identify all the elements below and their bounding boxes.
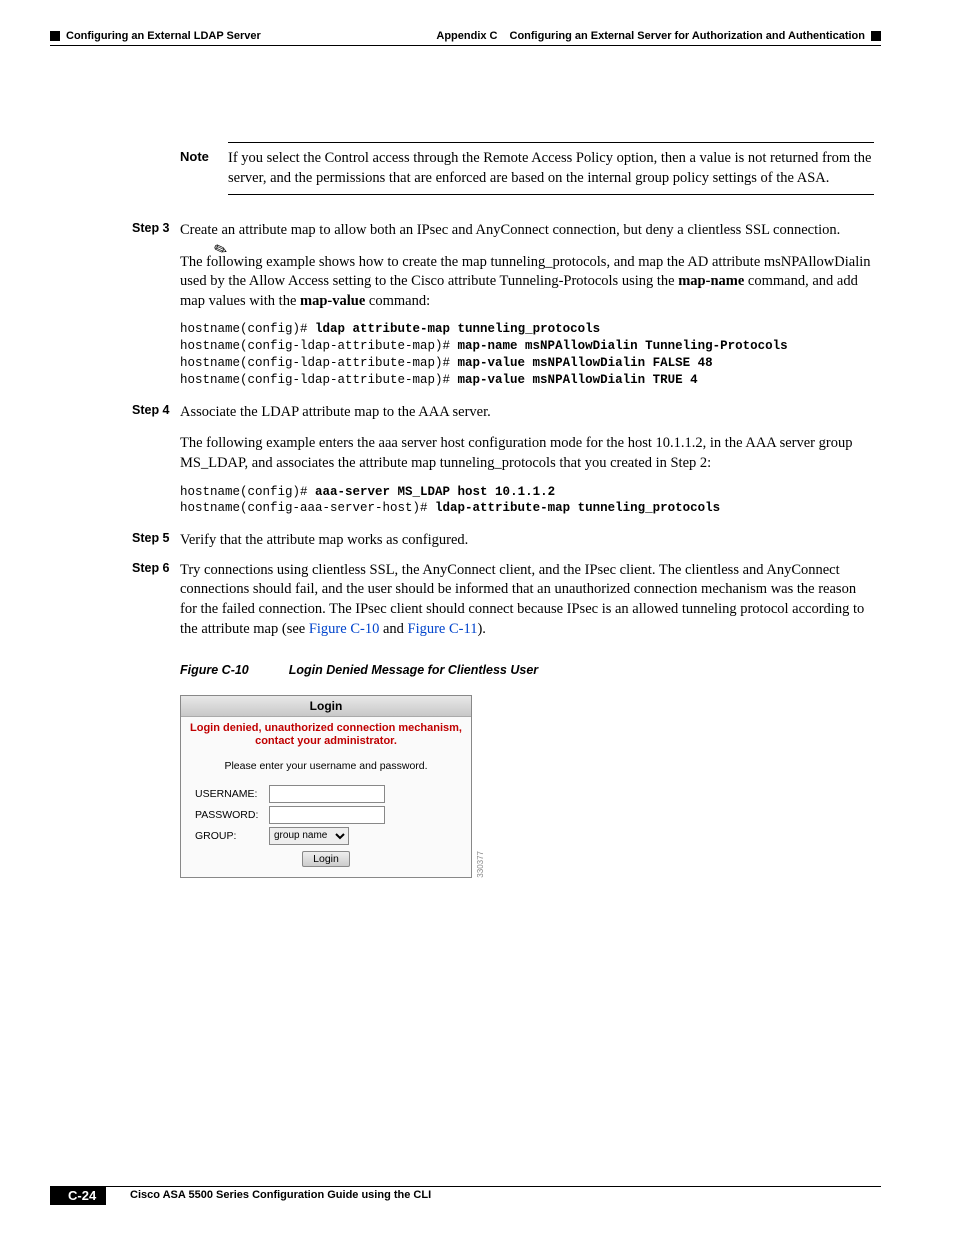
figure-title: Login Denied Message for Clientless User bbox=[289, 663, 538, 677]
header-appendix-label: Appendix C bbox=[436, 30, 497, 42]
username-input[interactable] bbox=[269, 785, 385, 803]
page-number: C-24 bbox=[50, 1186, 106, 1205]
login-title: Login bbox=[181, 696, 471, 717]
figure-number: Figure C-10 bbox=[180, 663, 249, 677]
step-3: Step 3 Create an attribute map to allow … bbox=[180, 221, 874, 393]
figure-image: Login Login denied, unauthorized connect… bbox=[180, 695, 874, 877]
step-label: Step 5 bbox=[132, 531, 180, 551]
step-intro: Verify that the attribute map works as c… bbox=[180, 532, 468, 548]
login-form: USERNAME: PASSWORD: GROUP: group name Lo… bbox=[181, 785, 471, 877]
header-section-title: Configuring an External LDAP Server bbox=[66, 30, 261, 42]
step-label: Step 4 bbox=[132, 403, 180, 521]
step-label: Step 3 bbox=[132, 221, 180, 393]
figure-link[interactable]: Figure C-10 bbox=[309, 621, 379, 637]
page-footer: C-24 Cisco ASA 5500 Series Configuration… bbox=[50, 1186, 881, 1201]
group-label: GROUP: bbox=[195, 830, 269, 842]
divider bbox=[228, 142, 874, 143]
login-button[interactable]: Login bbox=[302, 851, 350, 867]
header-tick-icon bbox=[871, 31, 881, 41]
figure-link[interactable]: Figure C-11 bbox=[408, 621, 478, 637]
step-5: Step 5 Verify that the attribute map wor… bbox=[180, 531, 874, 551]
username-label: USERNAME: bbox=[195, 788, 269, 800]
header-tick-icon bbox=[50, 31, 60, 41]
login-error-text: Login denied, unauthorized connection me… bbox=[181, 717, 471, 753]
footer-title: Cisco ASA 5500 Series Configuration Guid… bbox=[130, 1189, 431, 1201]
step-4: Step 4 Associate the LDAP attribute map … bbox=[180, 403, 874, 521]
password-input[interactable] bbox=[269, 806, 385, 824]
group-select[interactable]: group name bbox=[269, 827, 349, 845]
code-block: hostname(config)# aaa-server MS_LDAP hos… bbox=[180, 484, 874, 518]
login-dialog: Login Login denied, unauthorized connect… bbox=[180, 695, 472, 877]
page-number-box: C-24 bbox=[50, 1186, 106, 1205]
code-block: hostname(config)# ldap attribute-map tun… bbox=[180, 321, 874, 389]
step-paragraph: The following example enters the aaa ser… bbox=[180, 434, 874, 473]
figure-id: 330377 bbox=[476, 851, 485, 878]
note-text: If you select the Control access through… bbox=[228, 149, 874, 188]
password-label: PASSWORD: bbox=[195, 809, 269, 821]
note-label: Note bbox=[180, 149, 228, 188]
divider bbox=[228, 194, 874, 195]
step-label: Step 6 bbox=[132, 561, 180, 639]
step-6: Step 6 Try connections using clientless … bbox=[180, 561, 874, 639]
login-instruction: Please enter your username and password. bbox=[181, 754, 471, 782]
step-paragraph: The following example shows how to creat… bbox=[180, 253, 874, 312]
figure-caption: Figure C-10 Login Denied Message for Clie… bbox=[180, 663, 874, 677]
step-body: Try connections using clientless SSL, th… bbox=[180, 561, 874, 639]
note-block: ✎ Note If you select the Control access … bbox=[180, 126, 874, 195]
step-intro: Associate the LDAP attribute map to the … bbox=[180, 404, 491, 420]
